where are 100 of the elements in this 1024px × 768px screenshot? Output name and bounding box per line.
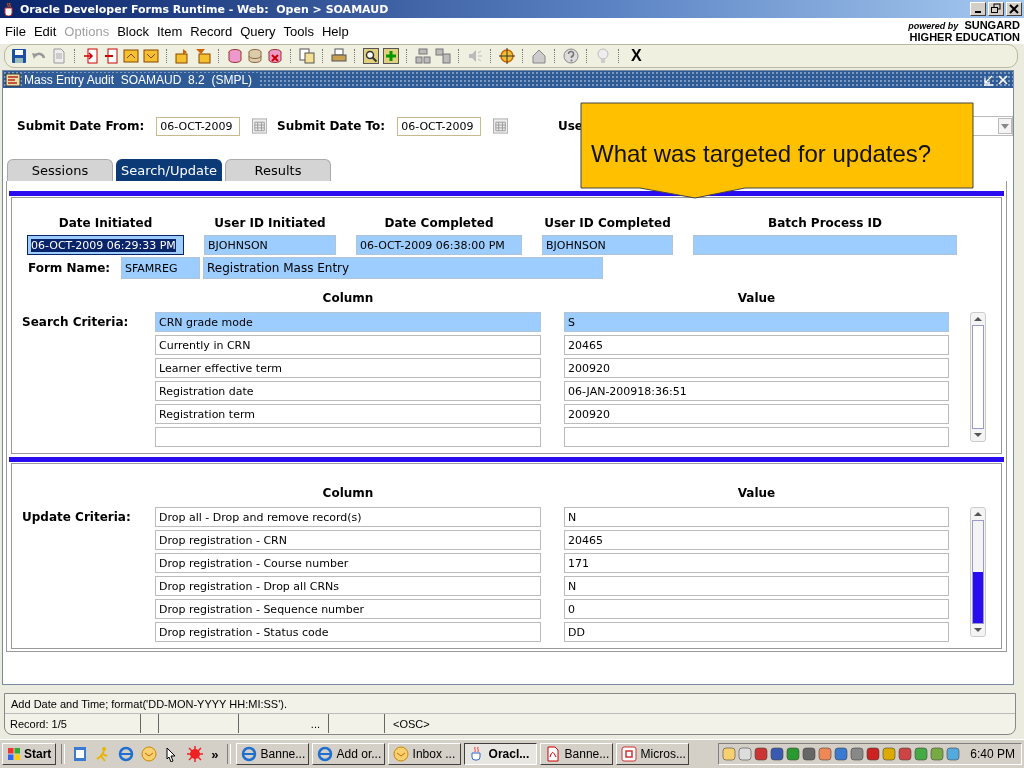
search-icon[interactable] [363, 48, 379, 64]
table-cell[interactable]: Currently in CRN [155, 335, 541, 355]
grid-join-icon[interactable] [435, 48, 451, 64]
calendar-icon[interactable] [251, 118, 268, 134]
table-cell[interactable]: Registration term [155, 404, 541, 424]
database-query-icon[interactable] [227, 48, 243, 64]
splat-icon[interactable] [187, 746, 204, 762]
text-field[interactable]: BJOHNSON [204, 235, 336, 255]
table-cell[interactable]: Drop registration - Drop all CRNs [155, 576, 541, 596]
taskbar-button[interactable]: Inbox ... [387, 743, 461, 765]
table-cell[interactable]: 200920 [564, 358, 949, 378]
grid-split-icon[interactable] [415, 48, 431, 64]
tray-icon[interactable] [866, 747, 881, 761]
tab[interactable]: Search/Update [116, 159, 222, 181]
table-cell[interactable]: N [564, 507, 949, 527]
scrollbar[interactable] [970, 507, 986, 637]
table-cell[interactable]: Drop registration - Status code [155, 622, 541, 642]
text-field[interactable]: 06-OCT-2009 06:29:33 PM [27, 235, 184, 255]
tray-icon[interactable] [770, 747, 785, 761]
exit-button[interactable]: X [631, 47, 642, 65]
text-field[interactable] [693, 235, 957, 255]
page-insert-icon[interactable] [83, 48, 99, 64]
table-cell[interactable]: Learner effective term [155, 358, 541, 378]
browser-icon[interactable] [240, 746, 257, 762]
start-button[interactable]: Start [2, 743, 57, 765]
page-remove-icon[interactable] [103, 48, 119, 64]
tray-icon[interactable] [930, 747, 945, 761]
close-icon[interactable] [997, 73, 1009, 86]
taskbar-button[interactable]: Oracl... [463, 743, 537, 765]
help-icon[interactable] [563, 48, 579, 64]
tray-icon[interactable] [882, 747, 897, 761]
text-field[interactable]: BJOHNSON [542, 235, 673, 255]
menu-item[interactable]: Item [155, 23, 188, 39]
folder-filter-icon[interactable] [195, 48, 211, 64]
table-cell[interactable]: 200920 [564, 404, 949, 424]
table-cell[interactable]: N [564, 576, 949, 596]
minimize-button[interactable] [970, 2, 986, 16]
tray-icon[interactable] [850, 747, 865, 761]
date-field[interactable]: 06-OCT-2009 [397, 116, 481, 136]
tray-icon[interactable] [722, 747, 737, 761]
house-icon[interactable] [531, 48, 547, 64]
database-icon[interactable] [247, 48, 263, 64]
menu-item[interactable]: Block [116, 23, 154, 39]
tray-icon[interactable] [914, 747, 929, 761]
tray-down-icon[interactable] [143, 48, 159, 64]
tray-icon[interactable] [754, 747, 769, 761]
taskbar-button[interactable]: Banne... [539, 743, 613, 765]
app-window-icon[interactable] [620, 746, 637, 762]
windows-flag-icon[interactable] [7, 747, 21, 761]
add-icon[interactable] [383, 48, 399, 64]
tray-icon[interactable] [898, 747, 913, 761]
menu-item[interactable]: Tools [282, 23, 319, 39]
tray-icon[interactable] [738, 747, 753, 761]
tray-icon[interactable] [786, 747, 801, 761]
menu-item[interactable]: Query [239, 23, 281, 39]
calendar-icon[interactable] [492, 118, 508, 134]
table-cell[interactable] [564, 427, 949, 447]
menu-item[interactable]: File [4, 23, 31, 39]
menu-item[interactable]: Record [189, 23, 238, 39]
table-cell[interactable] [155, 427, 541, 447]
tray-icon[interactable] [818, 747, 833, 761]
restore-button[interactable] [988, 2, 1004, 16]
browser-icon[interactable] [316, 746, 333, 762]
document-icon[interactable] [544, 746, 561, 762]
tray-icon[interactable] [802, 747, 817, 761]
date-field[interactable]: 06-OCT-2009 [156, 116, 240, 136]
taskbar-button[interactable]: Banne... [235, 743, 309, 765]
more-button[interactable]: » [208, 746, 222, 762]
table-cell[interactable]: Drop all - Drop and remove record(s) [155, 507, 541, 527]
table-cell[interactable]: S [564, 312, 949, 332]
table-cell[interactable]: 171 [564, 553, 949, 573]
pages-icon[interactable] [299, 48, 315, 64]
form-icon[interactable] [5, 72, 21, 87]
text-field[interactable]: SFAMREG [121, 257, 200, 279]
printer-icon[interactable] [331, 48, 347, 64]
folder-arrow-icon[interactable] [175, 48, 191, 64]
table-cell[interactable]: Drop registration - Sequence number [155, 599, 541, 619]
minimize-icon[interactable] [982, 73, 994, 86]
tab[interactable]: Results [225, 159, 331, 181]
table-cell[interactable]: DD [564, 622, 949, 642]
close-button[interactable] [1006, 2, 1022, 16]
database-cancel-icon[interactable] [267, 48, 283, 64]
tray-up-icon[interactable] [123, 48, 139, 64]
table-cell[interactable]: 0 [564, 599, 949, 619]
table-cell[interactable]: CRN grade mode [155, 312, 541, 332]
crosshair-icon[interactable] [499, 48, 515, 64]
table-cell[interactable]: Drop registration - Course number [155, 553, 541, 573]
browser-icon[interactable] [118, 746, 135, 762]
table-cell[interactable]: 20465 [564, 530, 949, 550]
save-icon[interactable] [11, 48, 27, 64]
text-field[interactable]: 06-OCT-2009 06:38:00 PM [356, 235, 522, 255]
table-cell[interactable]: Registration date [155, 381, 541, 401]
tray-icon[interactable] [834, 747, 849, 761]
table-cell[interactable]: Drop registration - CRN [155, 530, 541, 550]
taskbar-button[interactable]: Micros... [615, 743, 689, 765]
menu-item[interactable]: Edit [32, 23, 62, 39]
taskbar-button[interactable]: Add or... [311, 743, 385, 765]
scrollbar[interactable] [970, 312, 986, 442]
tray-icon[interactable] [946, 747, 961, 761]
tab[interactable]: Sessions [7, 159, 113, 181]
